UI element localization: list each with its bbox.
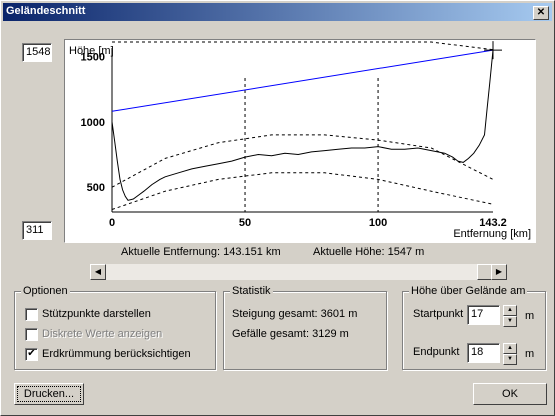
- y-axis-label: Höhe [m]: [69, 45, 114, 57]
- total-descent-label: Gefälle gesamt: 3129 m: [232, 328, 349, 340]
- series-earth-curvature-upper: [112, 41, 494, 51]
- print-button[interactable]: Drucken...: [14, 383, 84, 405]
- dialog-window: Geländeschnitt ✕ 1548 311 500 1000 1500 0 50…: [0, 0, 555, 416]
- spin-up-icon[interactable]: ▲: [503, 343, 517, 354]
- end-height-spinner[interactable]: ▲ ▼: [503, 343, 517, 365]
- y-tick-label-0: 500: [87, 182, 105, 194]
- start-height-input[interactable]: 17: [467, 305, 500, 325]
- scroll-right-button[interactable]: ▶: [491, 264, 507, 280]
- total-ascent-label: Steigung gesamt: 3601 m: [232, 308, 358, 320]
- options-group: Optionen Stützpunkte darstellen Diskrete…: [14, 285, 216, 370]
- discrete-values-checkbox: [25, 328, 38, 341]
- y-tick-label-1: 1000: [81, 117, 105, 129]
- series-line-of-sight: [111, 49, 494, 112]
- end-point-label: Endpunkt: [413, 346, 460, 358]
- x-tick-label-1: 50: [239, 217, 251, 229]
- arrow-left-icon: ◀: [94, 267, 102, 276]
- profile-scrollbar[interactable]: ◀ ▶: [90, 264, 507, 280]
- max-height-field[interactable]: 1548: [22, 43, 52, 62]
- window-title: Geländeschnitt: [6, 5, 86, 17]
- profile-chart-svg: 500100015000 50 100 143.2 Höhe [m] Entfernu…: [69, 41, 531, 240]
- profile-chart: 500 1000 1500 0 50 100 143.2 Höhe [m] Entfernu…: [64, 39, 536, 243]
- start-unit-label: m: [525, 310, 535, 322]
- end-unit-label: m: [525, 348, 535, 360]
- options-group-title: Optionen: [21, 285, 70, 297]
- discrete-values-label: Diskrete Werte anzeigen: [42, 328, 163, 340]
- close-button[interactable]: ✕: [533, 6, 549, 20]
- start-height-spinner[interactable]: ▲ ▼: [503, 305, 517, 327]
- checkmark-icon: ✔: [27, 348, 36, 359]
- x-tick-label-2: 100: [369, 217, 387, 229]
- earth-curvature-label[interactable]: Erdkrümmung berücksichtigen: [42, 348, 191, 360]
- ok-button[interactable]: OK: [473, 383, 547, 405]
- arrow-right-icon: ▶: [495, 267, 503, 276]
- scroll-left-button[interactable]: ◀: [90, 264, 106, 280]
- statistics-group: Statistik Steigung gesamt: 3601 m Gefäll…: [223, 285, 387, 370]
- end-height-input[interactable]: 18: [467, 343, 500, 363]
- spin-down-icon[interactable]: ▼: [503, 354, 517, 365]
- statistics-group-title: Statistik: [230, 285, 273, 297]
- spin-up-icon[interactable]: ▲: [503, 305, 517, 316]
- spin-down-icon[interactable]: ▼: [503, 316, 517, 327]
- show-points-label[interactable]: Stützpunkte darstellen: [42, 308, 151, 320]
- series-terrain: [111, 50, 494, 201]
- height-above-terrain-group: Höhe über Gelände am Startpunkt 17 ▲ ▼ m …: [402, 285, 546, 370]
- title-bar[interactable]: Geländeschnitt ✕: [3, 3, 552, 21]
- series-earth-curvature-mid: [111, 134, 494, 188]
- start-point-label: Startpunkt: [413, 308, 464, 320]
- earth-curvature-checkbox[interactable]: ✔: [25, 348, 38, 361]
- show-points-checkbox[interactable]: [25, 308, 38, 321]
- x-axis-label: Entfernung [km]: [453, 228, 531, 240]
- min-height-field[interactable]: 311: [22, 221, 52, 240]
- current-height-label: Aktuelle Höhe: 1547 m: [313, 246, 425, 258]
- x-tick-label-0: 0: [109, 217, 115, 229]
- series-earth-curvature-lower: [111, 172, 494, 210]
- height-above-terrain-title: Höhe über Gelände am: [409, 285, 528, 297]
- current-distance-label: Aktuelle Entfernung: 143.151 km: [121, 246, 281, 258]
- profile-panel: 1548 311 500 1000 1500 0 50 100 143.2 Höhe [m]…: [12, 29, 541, 267]
- close-icon: ✕: [536, 7, 546, 18]
